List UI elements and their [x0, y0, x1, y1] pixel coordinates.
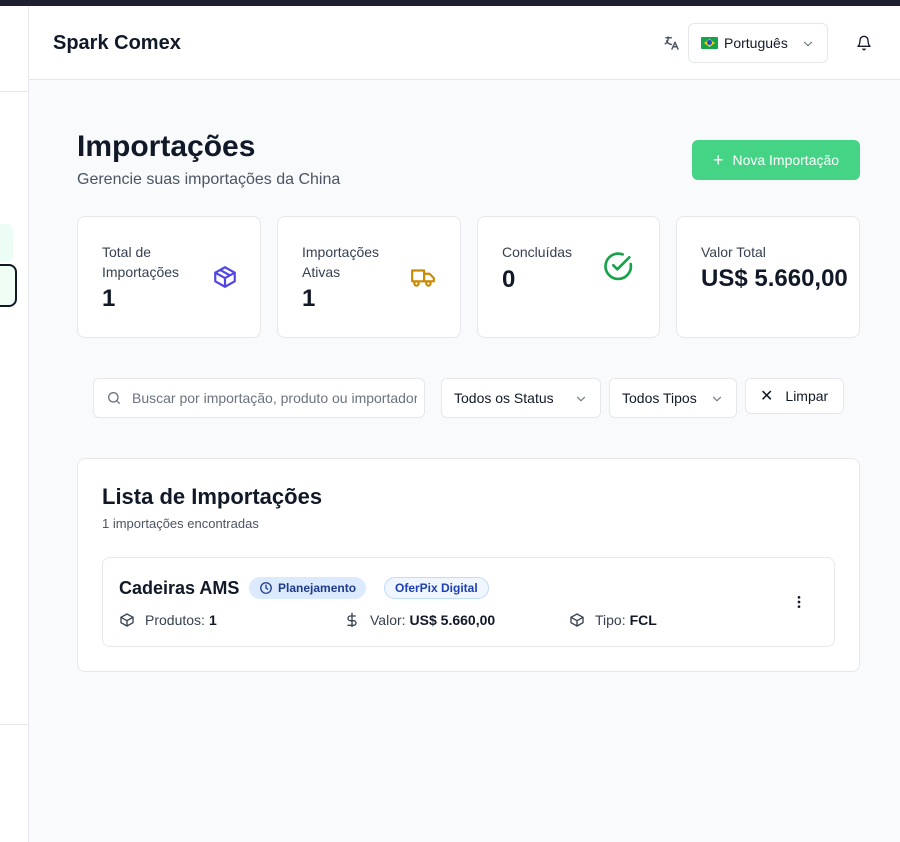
stat-label: Concluídas — [502, 244, 573, 260]
status-badge: Planejamento — [249, 577, 367, 599]
stat-value: 0 — [502, 266, 516, 293]
page-subtitle: Gerencie suas importações da China — [77, 171, 341, 188]
type-meta: Tipo: FCL — [569, 612, 657, 628]
bell-icon[interactable] — [856, 34, 872, 52]
search-box[interactable] — [93, 378, 425, 418]
plus-icon: + — [712, 150, 724, 170]
search-input[interactable] — [132, 390, 417, 406]
language-select[interactable]: Português — [688, 23, 828, 63]
stat-label: Valor Total — [701, 244, 766, 260]
type-filter-select[interactable]: Todos Tipos — [609, 378, 737, 418]
stat-card-active: Importações Ativas 1 — [277, 216, 461, 338]
chevron-down-icon — [712, 396, 722, 402]
package-icon — [214, 266, 236, 288]
more-vertical-icon[interactable] — [791, 594, 807, 610]
products-value: 1 — [208, 612, 217, 628]
language-label: Português — [724, 35, 788, 51]
top-header: Spark Comex Português — [29, 6, 900, 80]
type-label: Tipo: — [595, 612, 626, 628]
sidebar — [0, 6, 29, 842]
importer-badge: OferPix Digital — [384, 577, 489, 599]
type-value: FCL — [629, 612, 657, 628]
type-filter-label: Todos Tipos — [622, 390, 697, 406]
imports-list-card: Lista de Importações 1 importações encon… — [77, 458, 860, 672]
status-badge-label: Planejamento — [278, 581, 357, 595]
stat-card-completed: Concluídas 0 — [477, 216, 660, 338]
clear-label: Limpar — [785, 388, 829, 404]
sidebar-divider — [0, 91, 28, 92]
package-icon — [120, 613, 134, 627]
value-amount: US$ 5.660,00 — [409, 612, 496, 628]
import-list-item[interactable]: Cadeiras AMS Planejamento OferPix Digita… — [102, 557, 835, 647]
status-filter-label: Todos os Status — [454, 390, 554, 406]
page-title: Importações — [77, 130, 256, 163]
close-icon: ✕ — [760, 388, 774, 405]
clear-filters-button[interactable]: ✕ Limpar — [745, 378, 844, 414]
stat-value: US$ 5.660,00 — [701, 265, 848, 292]
brazil-flag-icon — [701, 37, 718, 49]
products-label: Produtos: — [145, 612, 205, 628]
stat-value: 1 — [302, 285, 316, 312]
new-import-button[interactable]: + Nova Importação — [692, 140, 860, 180]
package-icon — [570, 613, 584, 627]
clock-icon — [260, 582, 272, 594]
search-icon — [108, 392, 120, 404]
truck-icon — [411, 269, 435, 287]
stat-card-total-value: Valor Total US$ 5.660,00 — [676, 216, 860, 338]
check-circle-icon — [604, 252, 633, 281]
stat-card-total: Total de Importações 1 — [77, 216, 261, 338]
list-title: Lista de Importações — [102, 484, 323, 509]
sidebar-divider — [0, 724, 28, 725]
brand-name: Spark Comex — [53, 32, 181, 54]
chevron-down-icon — [803, 41, 813, 47]
products-meta: Produtos: 1 — [119, 612, 217, 628]
list-count: 1 importações encontradas — [102, 516, 259, 531]
stat-value: 1 — [102, 285, 116, 312]
value-meta: Valor: US$ 5.660,00 — [344, 612, 495, 628]
status-filter-select[interactable]: Todos os Status — [441, 378, 601, 418]
chevron-down-icon — [576, 396, 586, 402]
sidebar-item[interactable] — [0, 224, 13, 262]
stat-label: Importações Ativas — [302, 244, 380, 280]
translate-icon — [664, 36, 679, 50]
value-label: Valor: — [370, 612, 406, 628]
dollar-icon — [347, 612, 357, 628]
stat-label: Total de Importações — [102, 244, 180, 280]
sidebar-item-active[interactable] — [0, 264, 17, 307]
import-name: Cadeiras AMS — [119, 578, 240, 598]
new-import-label: Nova Importação — [732, 152, 840, 168]
